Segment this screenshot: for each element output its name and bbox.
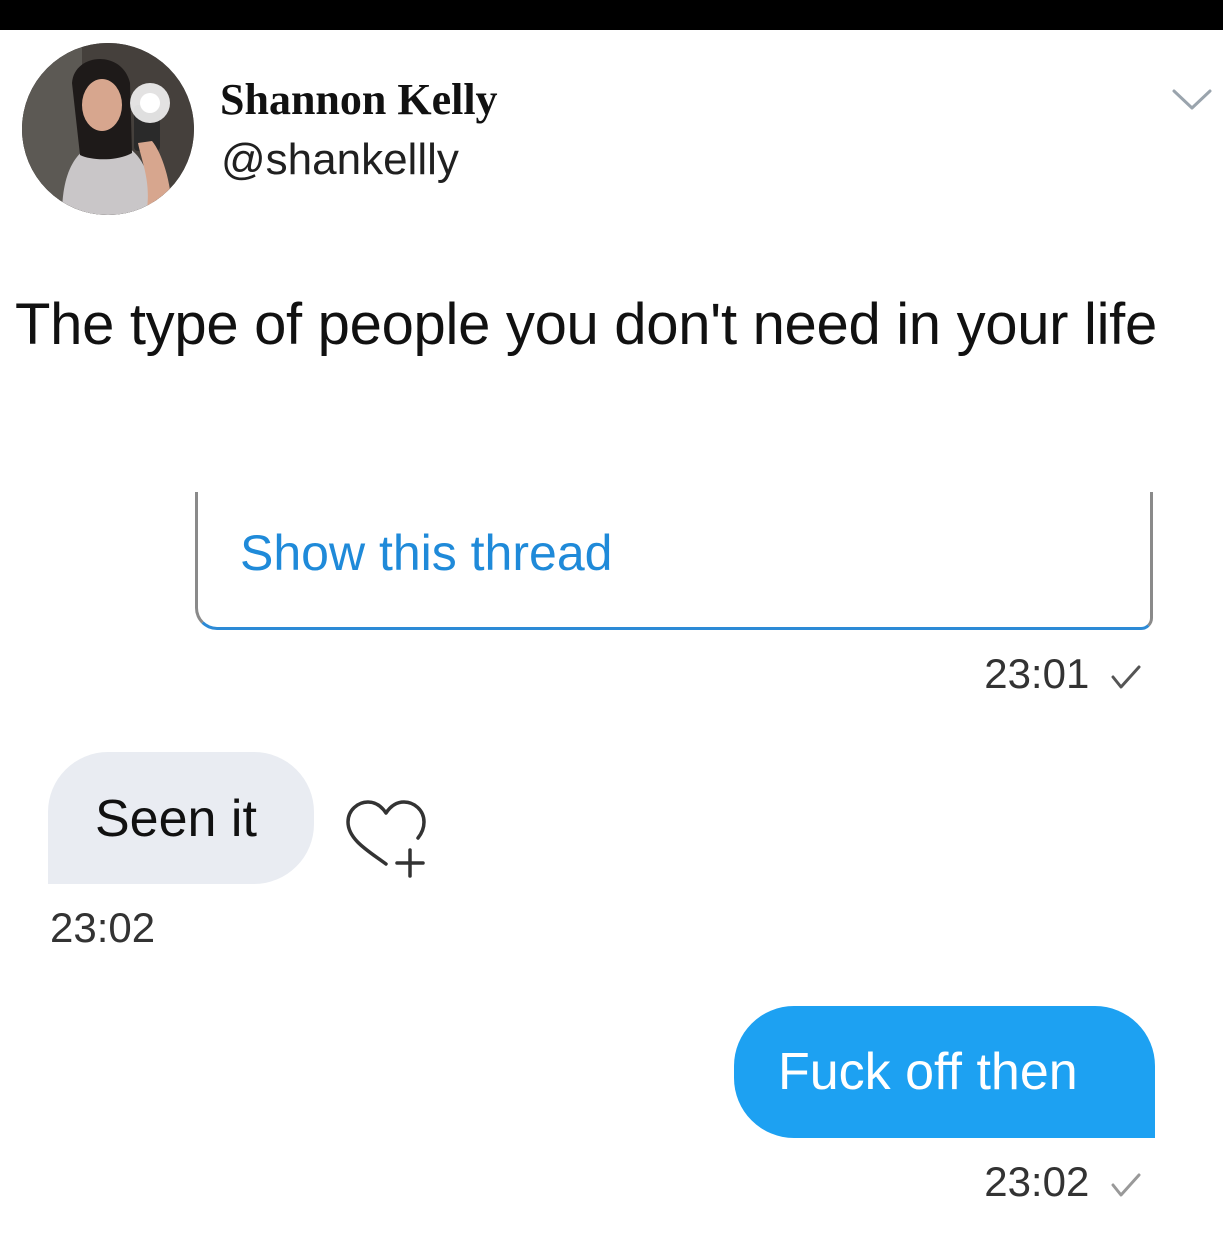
timestamp-text: 23:02	[984, 1158, 1090, 1205]
show-thread-link[interactable]: Show this thread	[240, 525, 612, 581]
message-timestamp: 23:02	[984, 1158, 1143, 1206]
outgoing-message-text: Fuck off then	[778, 1043, 1078, 1101]
avatar[interactable]	[22, 43, 194, 215]
tweet-text: The type of people you don't need in you…	[15, 292, 1157, 357]
author-name[interactable]: Shannon Kelly	[220, 76, 498, 124]
incoming-message-text: Seen it	[95, 790, 257, 848]
profile-photo	[22, 43, 194, 215]
check-icon	[1111, 1173, 1141, 1197]
message-timestamp: 23:02	[50, 904, 156, 951]
timestamp-text: 23:01	[984, 650, 1090, 697]
add-reaction-heart-icon[interactable]	[340, 798, 436, 878]
chevron-down-icon[interactable]	[1170, 86, 1214, 114]
author-handle[interactable]: @shankellly	[221, 136, 459, 184]
message-timestamp: 23:01	[984, 650, 1143, 698]
check-icon	[1111, 665, 1141, 689]
dm-conversation: Shannon Kelly @shankellly The type of pe…	[0, 30, 1223, 1249]
